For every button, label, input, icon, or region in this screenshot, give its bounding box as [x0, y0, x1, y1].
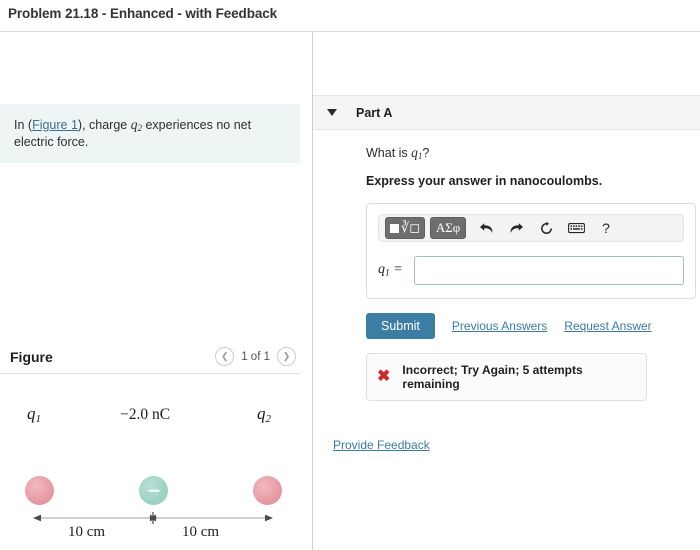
feedback-box: ✖ Incorrect; Try Again; 5 attempts remai… [366, 353, 647, 401]
left-panel: In (Figure 1), charge q2 experiences no … [0, 32, 313, 550]
page-title: Problem 21.18 - Enhanced - with Feedback [8, 6, 278, 21]
minus-sign-icon [148, 489, 159, 492]
answer-input-label: q1 = [378, 262, 414, 278]
keyboard-icon[interactable] [561, 217, 591, 239]
question-suffix: ? [422, 146, 430, 160]
filled-square-icon [390, 223, 399, 233]
problem-statement: In (Figure 1), charge q2 experiences no … [0, 104, 300, 164]
part-a-label: Part A [356, 105, 393, 120]
figure-header: Figure ❮ 1 of 1 ❯ [0, 340, 300, 374]
diagram-left-distance: 10 cm [68, 524, 106, 540]
figure-1-link[interactable]: Figure 1 [32, 118, 78, 132]
answer-input-row: q1 = [378, 256, 684, 285]
problem-text-after: ), charge [77, 118, 131, 132]
redo-icon[interactable] [501, 217, 531, 239]
diagram-right-charge-label: q2 [257, 404, 271, 425]
question-prefix: What is [366, 146, 412, 160]
question-text: What is q1? [366, 145, 700, 161]
undo-arrow-glyph [479, 222, 493, 233]
figure-diagram[interactable]: q1 −2.0 nC q2 10 cm 10 cm [0, 382, 300, 547]
previous-answers-link[interactable]: Previous Answers [452, 319, 547, 333]
diagram-left-charge-label: q1 [27, 404, 41, 425]
diagram-middle-charge-value: −2.0 nC [120, 406, 171, 423]
right-charge-symbol: q [257, 404, 266, 423]
answer-label-symbol: q [378, 262, 385, 278]
keyboard-glyph [567, 223, 585, 234]
left-charge-subscript: 1 [35, 412, 42, 425]
left-charge-symbol: q [27, 404, 36, 423]
redo-arrow-glyph [510, 222, 523, 233]
submit-row: Submit Previous Answers Request Answer [366, 313, 700, 339]
right-panel: Part A What is q1? Express your answer i… [313, 32, 700, 550]
help-icon[interactable]: ? [591, 217, 621, 239]
reset-circular-arrow-glyph [540, 221, 552, 234]
title-bar: Problem 21.18 - Enhanced - with Feedback [0, 0, 700, 32]
chevron-left-icon: ❮ [220, 351, 229, 361]
figure-title: Figure [10, 348, 53, 365]
chevron-right-icon: ❯ [282, 351, 291, 361]
figure-prev-button[interactable]: ❮ [215, 347, 235, 366]
undo-icon[interactable] [471, 217, 501, 239]
template-root-button[interactable]: ∛◻ [385, 217, 426, 239]
feedback-message: Incorrect; Try Again; 5 attempts remaini… [402, 363, 583, 391]
instruction-text: Express your answer in nanocoulombs. [366, 174, 603, 188]
diagram-right-distance: 10 cm [182, 524, 220, 540]
greek-symbols-button[interactable]: ΑΣφ [430, 217, 467, 239]
charge-dot-q2 [253, 476, 282, 505]
nth-root-icon: ∛◻ [401, 220, 421, 235]
figure-pager: ❮ 1 of 1 ❯ [215, 347, 296, 366]
submit-button[interactable]: Submit [366, 313, 435, 339]
part-a-body: What is q1? Express your answer in nanoc… [313, 130, 700, 452]
error-x-icon: ✖ [377, 368, 391, 385]
charge-dot-q1 [25, 476, 54, 505]
greek-symbols-label: ΑΣφ [435, 220, 461, 235]
reset-icon[interactable] [531, 217, 561, 239]
chevron-down-icon[interactable] [327, 109, 337, 116]
part-a-header[interactable]: Part A [313, 95, 700, 130]
answer-box: ∛◻ ΑΣφ ? q1 = [366, 203, 696, 299]
help-question-mark: ? [602, 220, 610, 236]
figure-pager-count: 1 of 1 [241, 350, 270, 363]
provide-feedback-link[interactable]: Provide Feedback [333, 438, 430, 452]
question-symbol: q [411, 145, 418, 160]
charge-dot-negative [139, 476, 168, 505]
math-toolbar: ∛◻ ΑΣφ ? [378, 214, 684, 242]
problem-text-before: In ( [14, 118, 33, 132]
right-charge-subscript: 2 [265, 412, 272, 425]
content-columns: In (Figure 1), charge q2 experiences no … [0, 32, 700, 550]
distance-axis [33, 512, 273, 524]
answer-label-equals: = [389, 262, 403, 278]
figure-next-button[interactable]: ❯ [277, 347, 296, 366]
request-answer-link[interactable]: Request Answer [564, 319, 651, 333]
answer-input[interactable] [414, 256, 684, 285]
